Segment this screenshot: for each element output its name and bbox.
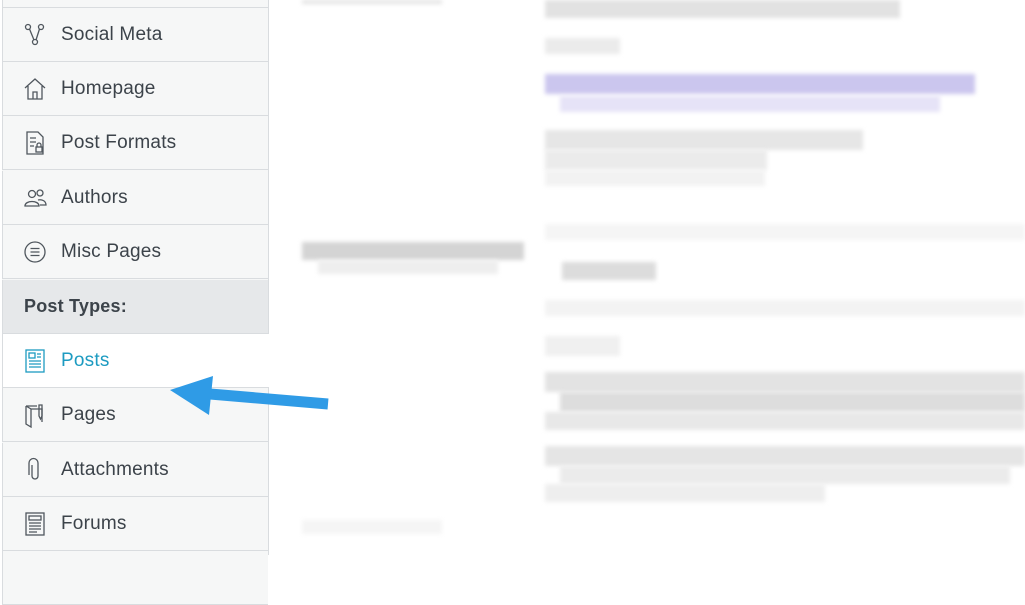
list-circle-icon	[23, 239, 47, 265]
share-nodes-icon	[23, 22, 47, 48]
document-lock-icon	[23, 130, 47, 156]
settings-sidebar: Social Meta Homepage Post Formats Author…	[2, 0, 269, 605]
page-pen-icon	[23, 402, 47, 428]
annotation-arrow-icon	[170, 376, 329, 415]
sidebar-item-label: Post Formats	[61, 131, 177, 153]
sidebar-item-label: Misc Pages	[61, 240, 162, 262]
sidebar-section-header: Post Types:	[2, 280, 268, 334]
sidebar-item-label: Social Meta	[61, 23, 163, 45]
home-icon	[23, 76, 47, 102]
sidebar-item-post-formats[interactable]: Post Formats	[2, 116, 268, 170]
paperclip-icon	[23, 457, 47, 483]
sidebar-item-homepage[interactable]: Homepage	[2, 62, 268, 116]
sidebar-item-label: Pages	[61, 403, 116, 425]
section-header-label: Post Types:	[24, 296, 127, 316]
sidebar-item-label: Forums	[61, 512, 127, 534]
sidebar-item-label: Homepage	[61, 77, 156, 99]
sidebar-item-forums[interactable]: Forums	[2, 497, 268, 551]
sidebar-item-label: Posts	[61, 349, 110, 371]
forum-doc-icon	[23, 511, 47, 537]
sidebar-item-social-meta[interactable]: Social Meta	[2, 8, 268, 62]
sidebar-item-partial[interactable]	[2, 0, 268, 8]
sidebar-item-label: Authors	[61, 186, 128, 208]
sidebar-item-attachments[interactable]: Attachments	[2, 443, 268, 497]
sidebar-item-misc-pages[interactable]: Misc Pages	[2, 225, 268, 279]
newspaper-icon	[23, 348, 47, 374]
sidebar-item-label: Attachments	[61, 458, 169, 480]
sidebar-item-authors[interactable]: Authors	[2, 171, 268, 225]
users-icon	[23, 185, 47, 211]
sidebar-item-partial[interactable]	[2, 551, 268, 605]
